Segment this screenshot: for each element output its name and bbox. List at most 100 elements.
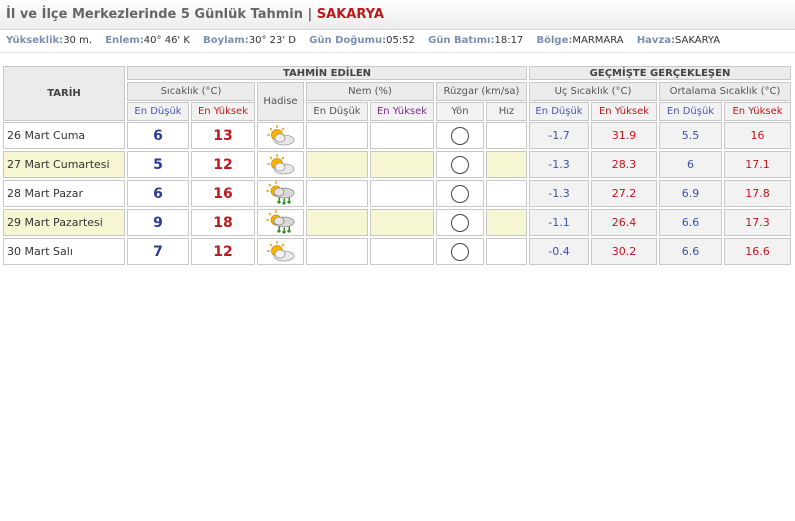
longitude-label: Boylam:	[203, 35, 249, 46]
weather-icon-cell	[257, 209, 304, 236]
forecast-max-temp: 12	[191, 238, 255, 265]
extreme-min-temp: -1.3	[529, 180, 589, 207]
header-hadise: Hadise	[257, 82, 304, 121]
wind-direction-icon	[451, 213, 469, 232]
average-min-temp: 6.6	[659, 209, 722, 236]
header-uc-sicaklik: Uç Sıcaklık (°C)	[529, 82, 657, 101]
city-name: SAKARYA	[316, 7, 384, 22]
wind-direction-icon	[451, 126, 469, 145]
header-uc-en-dusuk: En Düşük	[529, 102, 589, 121]
title-bar: İl ve İlçe Merkezlerinde 5 Günlük Tahmin…	[0, 0, 795, 30]
average-min-temp: 5.5	[659, 122, 722, 149]
humidity-min	[306, 238, 368, 265]
extreme-min-temp: -1.3	[529, 151, 589, 178]
wind-speed	[486, 151, 527, 178]
wind-direction	[436, 180, 484, 207]
date-cell: 30 Mart Salı	[3, 238, 125, 265]
longitude-value: 30° 23' D	[248, 35, 296, 46]
weather-icon-cell	[257, 238, 304, 265]
region-label: Bölge:	[536, 35, 573, 46]
partly-cloudy-sun-icon	[266, 240, 296, 264]
average-max-temp: 16.6	[724, 238, 791, 265]
average-max-temp: 17.1	[724, 151, 791, 178]
average-max-temp: 17.8	[724, 180, 791, 207]
date-cell: 26 Mart Cuma	[3, 122, 125, 149]
header-en-yuksek: En Yüksek	[191, 102, 255, 121]
forecast-min-temp: 9	[127, 209, 189, 236]
header-nem: Nem (%)	[306, 82, 434, 101]
forecast-min-temp: 6	[127, 122, 189, 149]
weather-icon-cell	[257, 151, 304, 178]
humidity-max	[370, 122, 434, 149]
extreme-min-temp: -1.7	[529, 122, 589, 149]
humidity-max	[370, 151, 434, 178]
latitude-value: 40° 46' K	[143, 35, 190, 46]
sunset-label: Gün Batımı:	[428, 35, 495, 46]
forecast-min-temp: 6	[127, 180, 189, 207]
extreme-max-temp: 30.2	[591, 238, 657, 265]
average-min-temp: 6	[659, 151, 722, 178]
forecast-min-temp: 7	[127, 238, 189, 265]
wind-direction-icon	[451, 155, 469, 174]
header-ort-en-yuksek: En Yüksek	[724, 102, 791, 121]
average-min-temp: 6.6	[659, 238, 722, 265]
header-tarih: TARİH	[3, 66, 125, 121]
sunrise-label: Gün Doğumu:	[309, 35, 387, 46]
humidity-min	[306, 180, 368, 207]
extreme-max-temp: 26.4	[591, 209, 657, 236]
forecast-max-temp: 18	[191, 209, 255, 236]
weather-icon-cell	[257, 180, 304, 207]
average-max-temp: 16	[724, 122, 791, 149]
header-tahmin-edilen: TAHMİN EDİLEN	[127, 66, 527, 80]
date-cell: 27 Mart Cumartesi	[3, 151, 125, 178]
humidity-max	[370, 180, 434, 207]
humidity-min	[306, 122, 368, 149]
sun-cloud-rain-icon	[265, 209, 296, 236]
header-ortalama-sicaklik: Ortalama Sıcaklık (°C)	[659, 82, 791, 101]
latitude-label: Enlem:	[105, 35, 144, 46]
altitude-label: Yükseklik:	[6, 35, 64, 46]
header-hiz: Hız	[486, 102, 527, 121]
humidity-min	[306, 209, 368, 236]
sunrise-value: 05:52	[386, 35, 415, 46]
header-ort-en-dusuk: En Düşük	[659, 102, 722, 121]
altitude-value: 30 m.	[63, 35, 93, 46]
wind-direction	[436, 238, 484, 265]
extreme-max-temp: 31.9	[591, 122, 657, 149]
extreme-max-temp: 28.3	[591, 151, 657, 178]
weather-icon-cell	[257, 122, 304, 149]
wind-direction	[436, 209, 484, 236]
extreme-min-temp: -0.4	[529, 238, 589, 265]
wind-speed	[486, 238, 527, 265]
extreme-max-temp: 27.2	[591, 180, 657, 207]
forecast-max-temp: 13	[191, 122, 255, 149]
forecast-max-temp: 16	[191, 180, 255, 207]
extreme-min-temp: -1.1	[529, 209, 589, 236]
wind-direction	[436, 151, 484, 178]
region-value: MARMARA	[572, 35, 624, 46]
wind-direction-icon	[451, 184, 469, 203]
humidity-max	[370, 238, 434, 265]
date-cell: 28 Mart Pazar	[3, 180, 125, 207]
wind-speed	[486, 180, 527, 207]
average-max-temp: 17.3	[724, 209, 791, 236]
partly-cloudy-sun-icon	[266, 124, 296, 148]
header-uc-en-yuksek: En Yüksek	[591, 102, 657, 121]
divider	[0, 52, 795, 53]
average-min-temp: 6.9	[659, 180, 722, 207]
wind-speed	[486, 122, 527, 149]
forecast-max-temp: 12	[191, 151, 255, 178]
header-yon: Yön	[436, 102, 484, 121]
basin-label: Havza:	[636, 35, 676, 46]
page-title-text: İl ve İlçe Merkezlerinde 5 Günlük Tahmin	[6, 7, 303, 22]
location-info: Yükseklik:30 m. Enlem:40° 46' K Boylam:3…	[6, 35, 730, 46]
header-en-dusuk: En Düşük	[127, 102, 189, 121]
page-title: İl ve İlçe Merkezlerinde 5 Günlük Tahmin…	[6, 7, 384, 22]
sunset-value: 18:17	[494, 35, 524, 46]
wind-speed	[486, 209, 527, 236]
title-separator: |	[307, 7, 313, 22]
date-cell: 29 Mart Pazartesi	[3, 209, 125, 236]
forecast-min-temp: 5	[127, 151, 189, 178]
partly-cloudy-sun-icon	[266, 153, 296, 177]
wind-direction-icon	[451, 242, 469, 261]
